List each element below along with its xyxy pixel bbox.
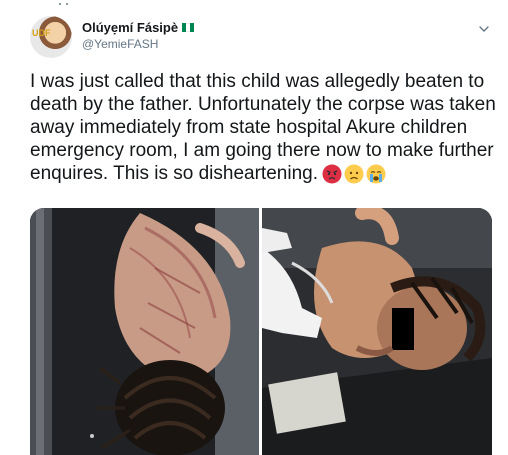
- nigeria-flag-icon: [182, 23, 195, 32]
- injured-child-photo-right: [262, 208, 492, 455]
- worried-face-icon: [344, 164, 364, 184]
- chevron-down-icon[interactable]: [477, 22, 491, 36]
- crying-face-icon: [366, 164, 386, 184]
- avatar[interactable]: UDF: [30, 16, 72, 58]
- injured-child-photo-left: [30, 208, 259, 455]
- tweet-body: I was just called that this child was al…: [30, 71, 496, 184]
- photo-left[interactable]: [30, 208, 259, 455]
- angry-face-icon: [322, 164, 342, 184]
- avatar-label: UDF: [32, 28, 51, 38]
- emoji-group: [322, 164, 386, 184]
- media-gallery[interactable]: [30, 208, 492, 455]
- tweet-card: UDF Olúyẹmí Fásipè @YemieFASH I was just…: [0, 0, 508, 455]
- tweet-text: I was just called that this child was al…: [30, 70, 498, 185]
- photo-right[interactable]: [262, 208, 492, 455]
- author-handle[interactable]: @YemieFASH: [82, 37, 158, 51]
- author-name-row[interactable]: Olúyẹmí Fásipè: [82, 20, 195, 35]
- truncated-text-fragment: [59, 3, 68, 5]
- author-display-name[interactable]: Olúyẹmí Fásipè: [82, 20, 178, 35]
